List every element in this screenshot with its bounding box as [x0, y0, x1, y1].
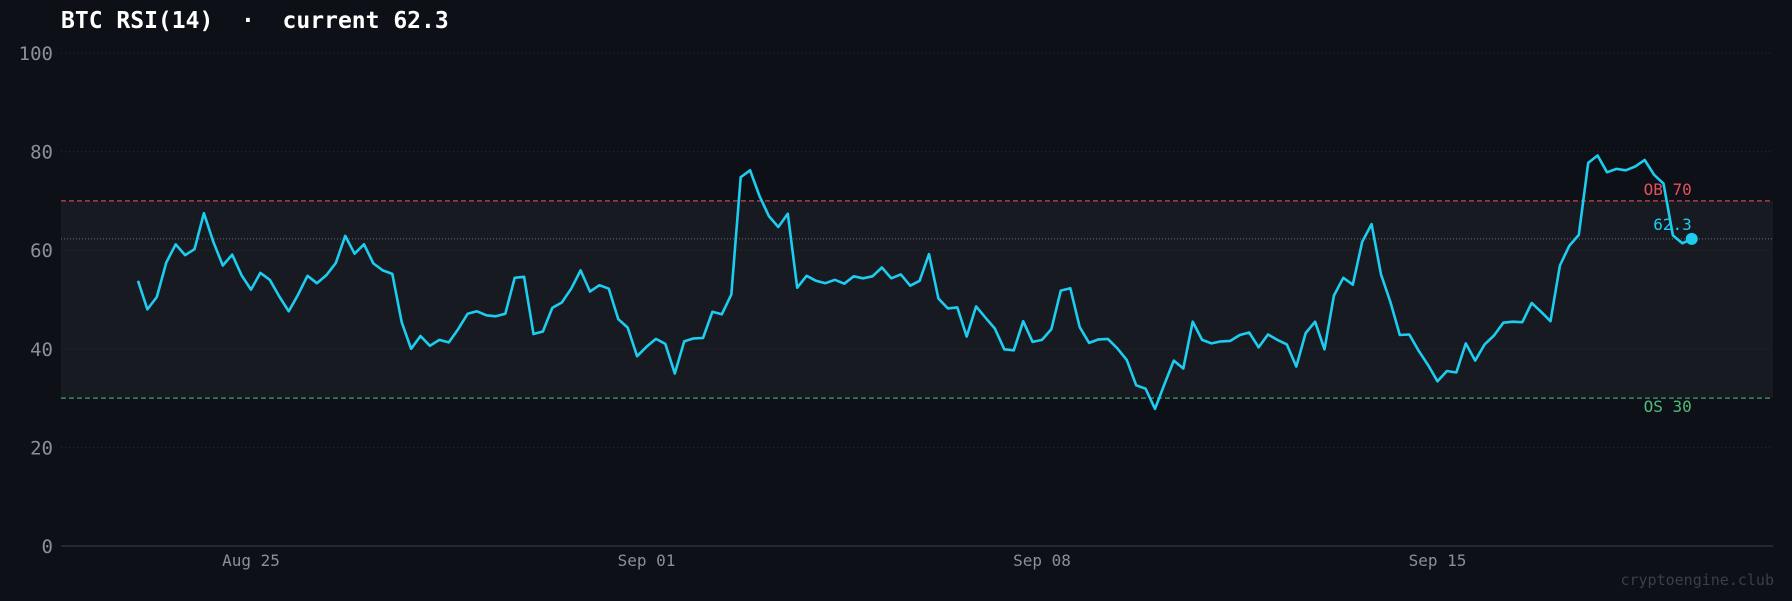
y-axis: 0 20 40 60 80 100 — [19, 43, 53, 558]
y-tick-label: 20 — [30, 437, 53, 459]
chart-container: BTC RSI(14) · current 62.3 0 20 40 60 80 100 … — [0, 0, 1792, 601]
neutral-band — [61, 200, 1773, 399]
y-tick-label: 0 — [42, 536, 53, 558]
y-tick-label: 40 — [30, 339, 53, 361]
x-tick-label: Aug 25 — [222, 551, 280, 570]
reference-line-label: OB 70 — [1644, 180, 1692, 199]
rsi-chart: 0 20 40 60 80 100 Aug 25 Sep 01 Sep 08 Sep 15 OB… — [19, 43, 1773, 570]
current-value-label: 62.3 — [1653, 215, 1692, 234]
y-tick-label: 80 — [30, 142, 53, 164]
x-tick-label: Sep 08 — [1013, 551, 1071, 570]
y-tick-label: 100 — [19, 43, 53, 65]
x-axis: Aug 25 Sep 01 Sep 08 Sep 15 — [222, 551, 1466, 570]
watermark: cryptoengine.club — [1620, 571, 1774, 589]
y-tick-label: 60 — [30, 240, 53, 262]
x-tick-label: Sep 01 — [618, 551, 676, 570]
x-tick-label: Sep 15 — [1409, 551, 1467, 570]
reference-line-label: OS 30 — [1644, 397, 1692, 416]
current-value-marker — [1685, 232, 1698, 245]
